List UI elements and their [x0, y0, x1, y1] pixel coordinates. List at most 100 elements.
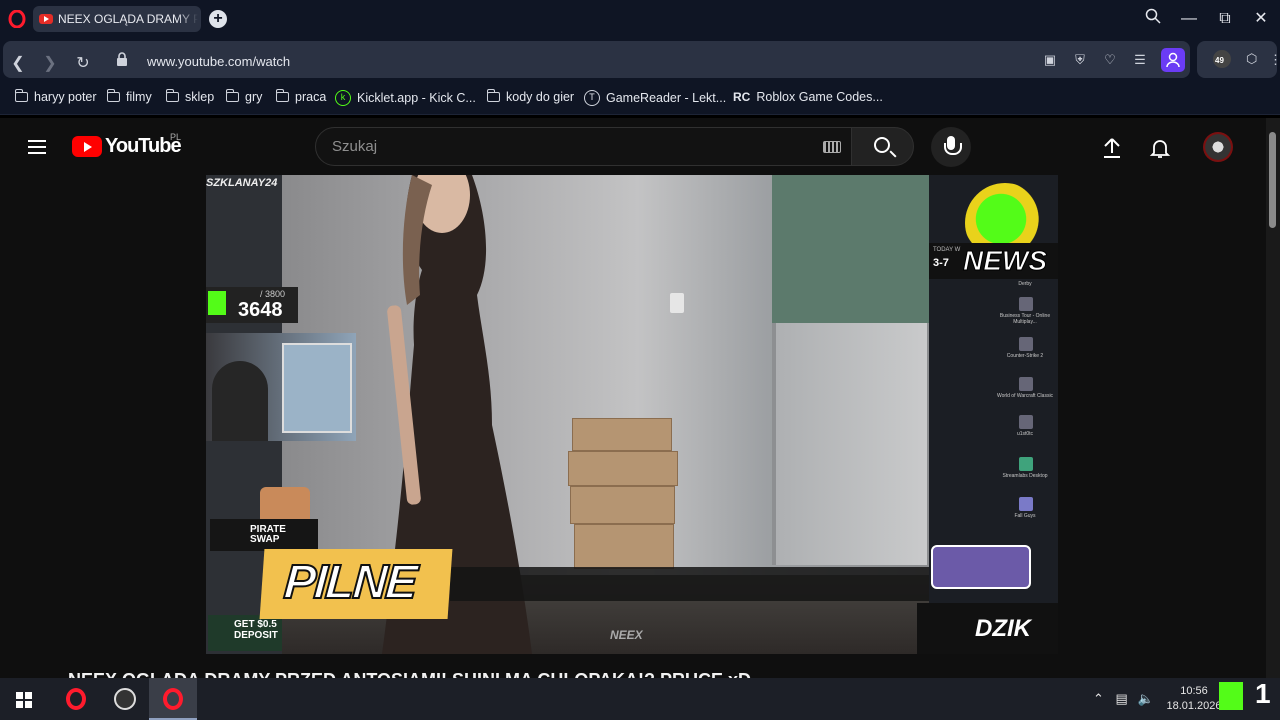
news-label: NEWS: [963, 245, 1048, 277]
desktop-label: Fall Guys: [1014, 513, 1036, 519]
goal-counter: / 3800 3648: [206, 287, 298, 323]
bookmark-kicklet[interactable]: k Kicklet.app - Kick C...: [335, 90, 476, 106]
easy-setup-icon[interactable]: ☰: [1132, 52, 1148, 68]
bookmark-kody-do-gier[interactable]: kody do gier: [487, 89, 574, 104]
heart-icon[interactable]: ♡: [1102, 52, 1118, 68]
bookmark-label: praca: [295, 90, 327, 104]
windows-start-icon[interactable]: [16, 692, 32, 708]
gamereader-icon: T: [584, 90, 600, 106]
kicklet-icon: k: [335, 90, 351, 106]
taskbar-opera-active[interactable]: [149, 678, 197, 720]
extension-badge: 49: [1215, 56, 1224, 65]
minimize-button[interactable]: —: [1178, 8, 1200, 30]
network-icon[interactable]: ▤: [1116, 691, 1128, 706]
k1-number: 1: [1255, 678, 1271, 709]
reload-icon[interactable]: ↻: [74, 53, 92, 73]
bookmark-praca[interactable]: praca: [276, 89, 327, 104]
desktop-label: Derby: [1018, 281, 1032, 287]
dzik-banner: DZIK: [917, 603, 1058, 654]
browser-tab-active[interactable]: NEEX OGLĄDA DRAMY PRZED ANTOSIAMI: [33, 6, 201, 32]
pirate-swap-text: PIRATE SWAP: [250, 524, 286, 545]
restore-button[interactable]: ⧉: [1214, 8, 1236, 30]
address-bar-row: ❮ ❯ ↻ www.youtube.com/watch ▣ ⛨ ♡ ☰ 49 ⬡…: [0, 38, 1280, 82]
desktop-app-icon: [1019, 497, 1033, 511]
deposit-ad: GET $0.5 DEPOSIT: [208, 615, 282, 651]
extension-adblock-icon[interactable]: 49: [1213, 50, 1231, 68]
bookmark-label: GameReader - Lekt...: [606, 91, 727, 105]
today-label: TODAY W: [933, 247, 961, 253]
bookmark-gamereader[interactable]: T GameReader - Lekt...: [584, 90, 726, 106]
region-code: PL: [170, 132, 182, 142]
page-scrollbar[interactable]: [1266, 118, 1280, 678]
bookmark-label: haryy poter: [34, 90, 97, 104]
taskbar-obs[interactable]: [100, 678, 148, 720]
bookmark-filmy[interactable]: filmy: [107, 89, 152, 104]
close-window-button[interactable]: ✕: [1250, 8, 1272, 30]
shield-icon[interactable]: ⛨: [1072, 52, 1088, 68]
keyboard-icon[interactable]: [823, 141, 841, 153]
kick-logo-icon: [1219, 682, 1243, 710]
upload-icon[interactable]: [1100, 136, 1124, 160]
browser-tab-bar: NEEX OGLĄDA DRAMY PRZED ANTOSIAMI + — ⧉ …: [0, 0, 1280, 38]
new-tab-button[interactable]: +: [209, 10, 227, 28]
account-avatar[interactable]: [1203, 132, 1233, 162]
desktop-app-icon: [1019, 457, 1033, 471]
taskbar-opera-gx[interactable]: [52, 678, 100, 720]
bookmark-label: sklep: [185, 90, 215, 104]
bookmark-haryy-poter[interactable]: haryy poter: [15, 89, 97, 104]
obs-icon: [114, 688, 136, 710]
folder-icon: [276, 89, 289, 102]
taskbar-clock[interactable]: 10:56 18.01.2026: [1165, 684, 1223, 714]
desktop-label: u1st0tc: [1016, 431, 1034, 437]
youtube-logo[interactable]: YouTube: [72, 135, 182, 158]
tray-chevron-icon[interactable]: ⌃: [1093, 691, 1104, 706]
url-input[interactable]: www.youtube.com/watch: [147, 54, 290, 69]
opera-logo-icon[interactable]: [8, 10, 26, 28]
desktop-app-icon: [1019, 297, 1033, 311]
search-button[interactable]: [851, 127, 914, 166]
goal-total: / 3800: [260, 289, 286, 299]
system-tray: ⌃ ▤ 🔈: [1093, 691, 1154, 707]
back-icon[interactable]: ❮: [9, 53, 27, 73]
menu-icon[interactable]: [28, 140, 46, 154]
youtube-favicon-icon: [39, 14, 53, 24]
desktop-label: Streamlabs Desktop: [1002, 473, 1048, 479]
search-input[interactable]: Szukaj: [315, 127, 852, 166]
profile-icon[interactable]: [1161, 48, 1185, 72]
folder-icon: [226, 89, 239, 102]
dzik-text: DZIK: [975, 615, 1031, 642]
folder-icon: [487, 89, 500, 102]
news-time: 3-7: [933, 257, 949, 269]
rc-icon: RC: [733, 90, 751, 104]
lock-icon[interactable]: [116, 52, 128, 67]
search-tabs-icon[interactable]: [1142, 8, 1164, 30]
volume-icon[interactable]: 🔈: [1137, 691, 1153, 706]
extensions-cube-icon[interactable]: ⬡: [1246, 51, 1257, 67]
desktop-app-icon: [1019, 337, 1033, 351]
opera-icon: [66, 688, 86, 710]
desktop-label: World of Warcraft Classic: [996, 393, 1054, 399]
stream-name-label: SZKLANAY24: [206, 177, 278, 189]
folder-icon: [107, 89, 120, 102]
camera-snapshot-icon[interactable]: ▣: [1042, 52, 1058, 68]
bookmark-sklep[interactable]: sklep: [166, 89, 215, 104]
k1-overlay-logo: 1: [1217, 678, 1271, 720]
scrollbar-thumb[interactable]: [1269, 132, 1276, 228]
bookmark-label: Kicklet.app - Kick C...: [357, 91, 476, 105]
bookmark-gry[interactable]: gry: [226, 89, 262, 104]
bookmark-roblox-codes[interactable]: RC Roblox Game Codes...: [733, 90, 883, 104]
forward-icon[interactable]: ❯: [41, 53, 59, 73]
notifications-bell-icon[interactable]: [1148, 136, 1172, 160]
voice-search-button[interactable]: [931, 127, 971, 167]
clock-date: 18.01.2026: [1166, 700, 1222, 712]
windows-taskbar: ⌃ ▤ 🔈 10:56 18.01.2026 1: [0, 678, 1280, 720]
video-title: NEEX OGLĄDA DRAMY PRZED ANTOSIAMI! SHINI…: [68, 668, 751, 678]
video-player[interactable]: SZKLANAY24 / 3800 3648 GET $0.5 DEPOSIT …: [206, 175, 1058, 654]
more-menu-icon[interactable]: ⋮: [1269, 52, 1280, 68]
desktop-label: Counter-Strike 2: [1006, 353, 1044, 359]
bookmark-label: filmy: [126, 90, 152, 104]
clock-time: 10:56: [1180, 685, 1208, 697]
pilne-banner: PILNE: [259, 549, 453, 619]
tab-title: NEEX OGLĄDA DRAMY PRZED ANTOSIAMI: [58, 12, 198, 26]
search-icon: [874, 137, 890, 153]
